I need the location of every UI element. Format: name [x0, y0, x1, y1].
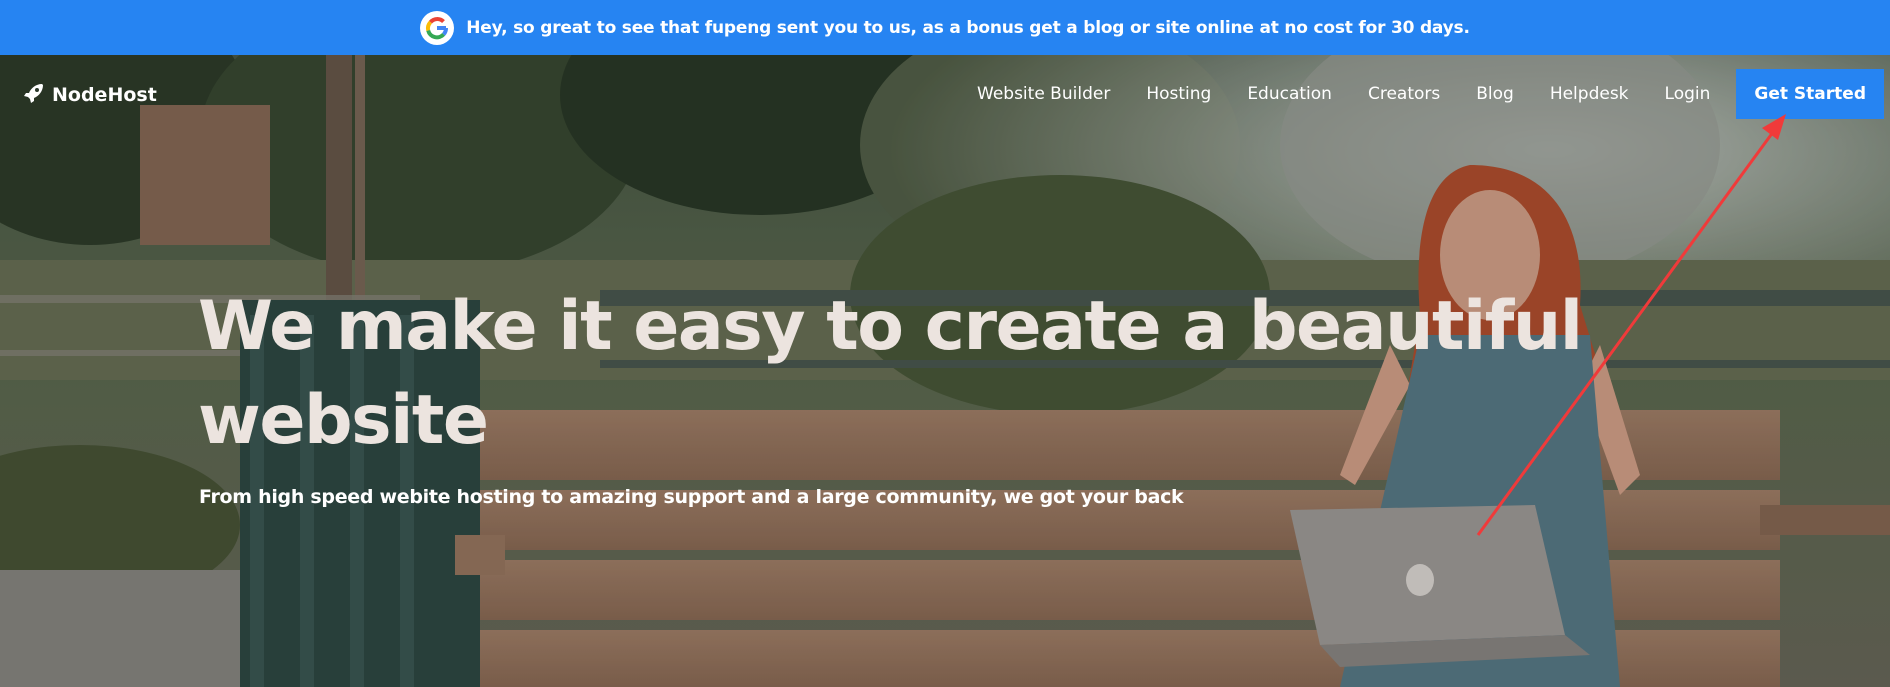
nav-link-helpdesk[interactable]: Helpdesk [1532, 69, 1647, 119]
promo-banner: Hey, so great to see that fupeng sent yo… [0, 0, 1890, 55]
nav-link-hosting[interactable]: Hosting [1128, 69, 1229, 119]
promo-banner-text: Hey, so great to see that fupeng sent yo… [466, 17, 1470, 38]
nav-link-website-builder[interactable]: Website Builder [959, 69, 1128, 119]
nav-links: Website Builder Hosting Education Creato… [959, 69, 1890, 119]
nav-link-login[interactable]: Login [1647, 69, 1729, 119]
brand-name: NodeHost [52, 84, 157, 106]
hero-subline: From high speed webite hosting to amazin… [199, 486, 1184, 508]
nav-link-blog[interactable]: Blog [1458, 69, 1532, 119]
hero-headline: We make it easy to create a beautiful we… [198, 287, 1583, 460]
brand-logo[interactable]: NodeHost [22, 81, 157, 109]
main-nav: NodeHost Website Builder Hosting Educati… [0, 55, 1890, 135]
google-logo-icon [420, 10, 455, 45]
nav-link-education[interactable]: Education [1229, 69, 1350, 119]
rocket-icon [22, 81, 46, 109]
get-started-button[interactable]: Get Started [1736, 69, 1884, 119]
nav-link-creators[interactable]: Creators [1350, 69, 1458, 119]
